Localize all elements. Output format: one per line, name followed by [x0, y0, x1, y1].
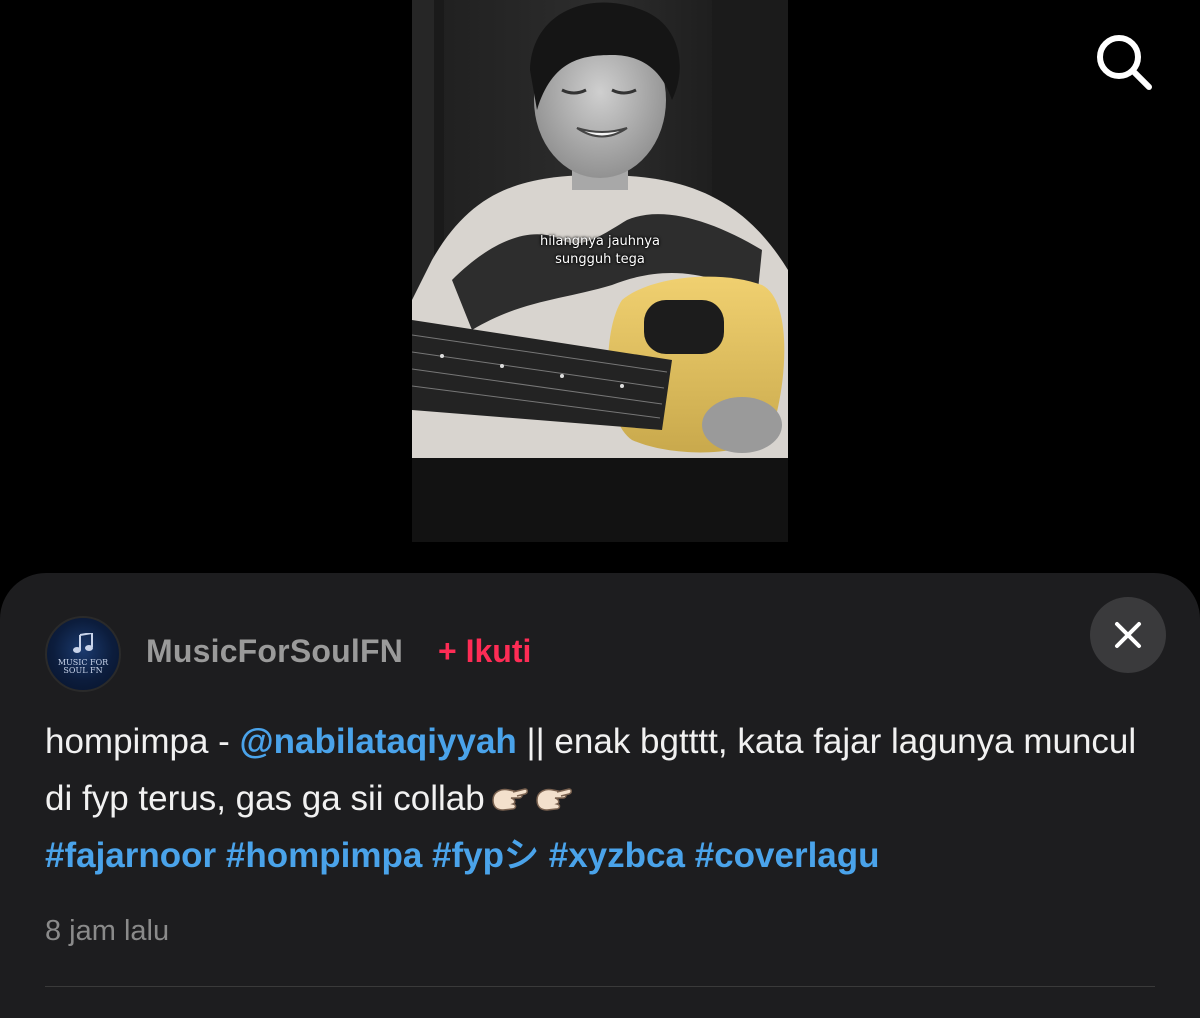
post-timestamp: 8 jam lalu	[45, 915, 170, 947]
mention-link[interactable]: @nabilataqiyyah	[240, 722, 517, 761]
post-info-sheet: MUSIC FOR SOUL FN MusicForSoulFN + Ikuti…	[0, 573, 1200, 1018]
hashtag-link[interactable]: #coverlagu	[695, 836, 880, 875]
hashtag-link[interactable]: #fajarnoor	[45, 836, 216, 875]
username[interactable]: MusicForSoulFN	[146, 633, 403, 670]
video-thumbnail	[412, 0, 788, 458]
caption-line: hilangnya jauhnya	[540, 234, 660, 249]
avatar[interactable]: MUSIC FOR SOUL FN	[45, 616, 121, 692]
close-icon	[1115, 622, 1141, 648]
close-button[interactable]	[1090, 597, 1166, 673]
divider	[45, 986, 1155, 987]
video-caption: hilangnya jauhnya sungguh tega	[412, 233, 788, 269]
caption-line: sungguh tega	[555, 252, 645, 267]
music-note-icon	[73, 633, 93, 653]
video-letterbox	[412, 458, 788, 542]
avatar-logo-text: MUSIC FOR SOUL FN	[57, 658, 109, 675]
video-player[interactable]: hilangnya jauhnya sungguh tega	[412, 0, 788, 542]
hashtag-link[interactable]: #fypシ	[432, 836, 539, 875]
search-icon	[1097, 35, 1152, 90]
search-button[interactable]	[1090, 28, 1158, 96]
hashtag-link[interactable]: #xyzbca	[549, 836, 685, 875]
follow-button[interactable]: + Ikuti	[438, 633, 531, 670]
hashtag-link[interactable]: #hompimpa	[226, 836, 422, 875]
description-prefix: hompimpa -	[45, 722, 240, 761]
pinching-hand-emoji-icon	[535, 788, 572, 811]
post-description: hompimpa - @nabilataqiyyah || enak bgttt…	[45, 713, 1155, 884]
pinching-hand-emoji-icon	[491, 788, 528, 811]
screen: hilangnya jauhnya sungguh tega MUSIC FOR…	[0, 0, 1200, 1018]
video-frame: hilangnya jauhnya sungguh tega	[412, 0, 788, 458]
